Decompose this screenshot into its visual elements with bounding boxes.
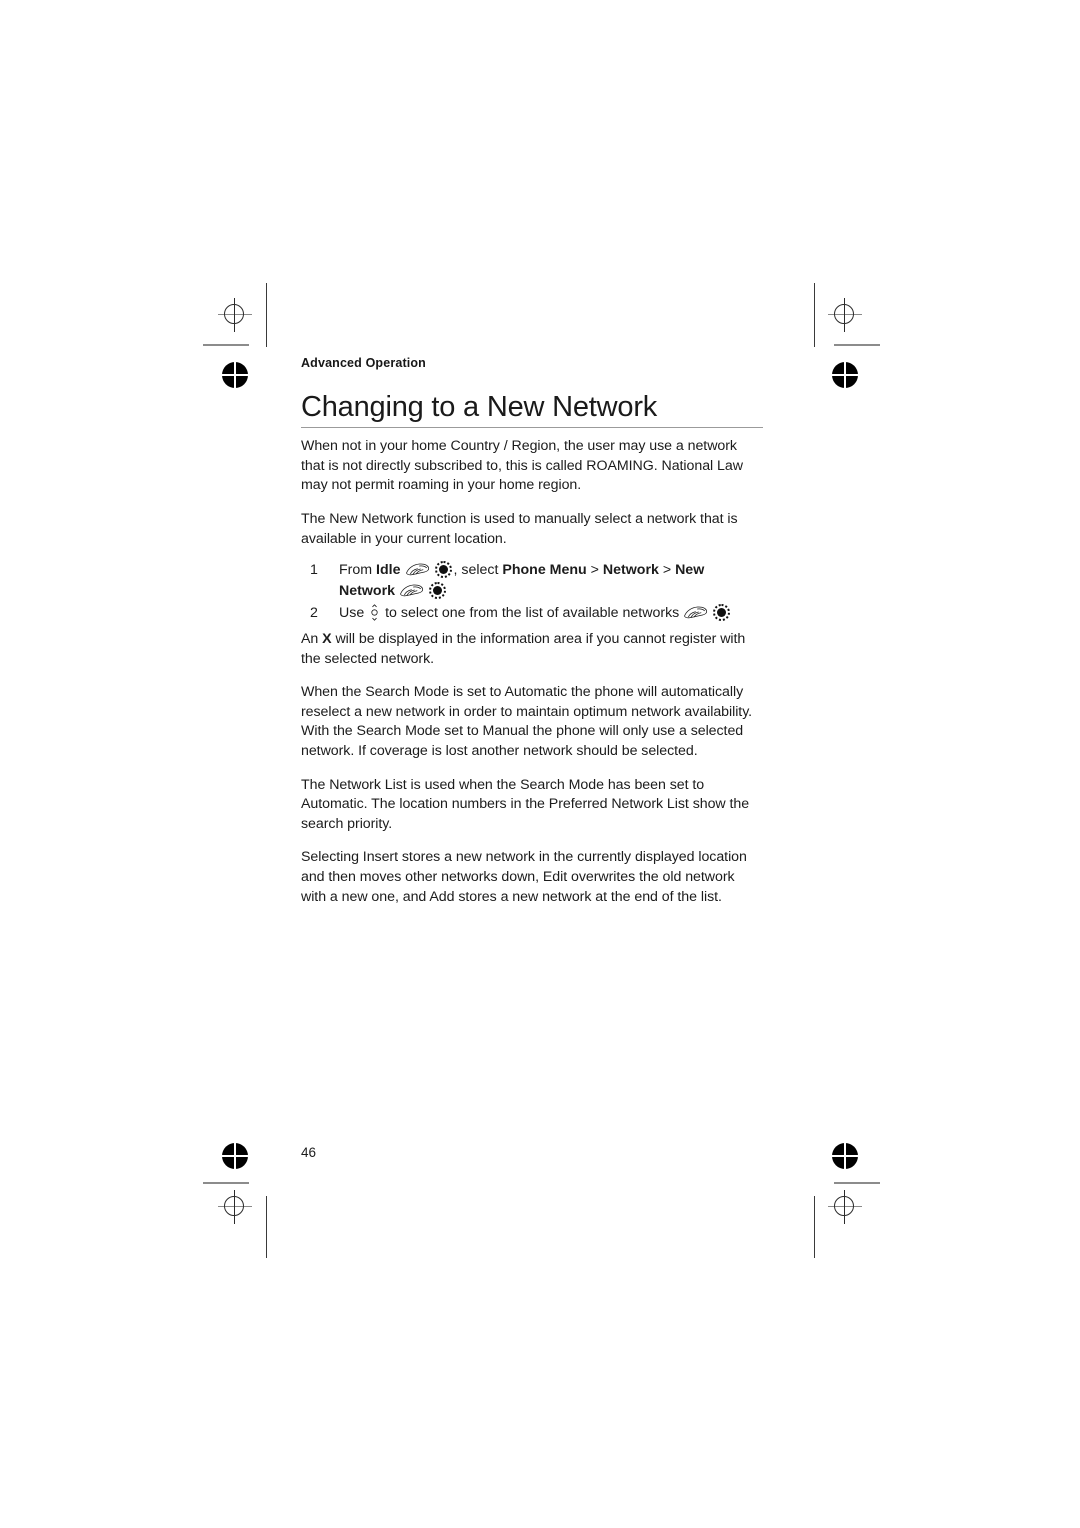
select-key-icon bbox=[434, 561, 452, 579]
paragraph-insert-edit-add: Selecting Insert stores a new network in… bbox=[301, 849, 747, 905]
up-down-navigation-key-icon bbox=[369, 604, 380, 621]
trim-mark-bottom-left-horizontal bbox=[203, 1182, 249, 1184]
step-bold-idle: Idle bbox=[376, 562, 401, 579]
registration-solid-top-left bbox=[222, 362, 248, 388]
step-mid-text: , select bbox=[453, 562, 503, 579]
registration-mark-bottom-left bbox=[218, 1190, 252, 1224]
registration-ring bbox=[834, 304, 854, 324]
registration-solid-bottom-right bbox=[832, 1143, 858, 1169]
pointing-hand-icon bbox=[398, 583, 424, 598]
step-bold-phone-menu: Phone Menu bbox=[502, 562, 587, 579]
step-separator-1: > bbox=[586, 562, 603, 579]
registration-cross-horizontal bbox=[832, 374, 858, 376]
select-key-icon bbox=[713, 604, 731, 622]
step-text: From Idle , select Phone Menu > Network >… bbox=[339, 560, 763, 602]
step-item: 1 From Idle , select Phone Menu > Network… bbox=[301, 560, 763, 602]
select-key-icon bbox=[428, 582, 446, 600]
select-key-dot bbox=[432, 586, 442, 596]
title-underline-rule bbox=[301, 426, 763, 429]
trim-mark-top-left-horizontal bbox=[203, 344, 249, 346]
step-number: 2 bbox=[310, 605, 318, 622]
trim-mark-top-left-vertical bbox=[266, 283, 268, 347]
text-column: Advanced Operation Changing to a New Net… bbox=[301, 356, 763, 921]
pointing-hand-icon bbox=[682, 605, 708, 620]
registration-mark-top-left bbox=[218, 298, 252, 332]
trim-mark-top-right-horizontal bbox=[834, 344, 880, 346]
registration-ring bbox=[224, 1196, 244, 1216]
step-lead-text: From bbox=[339, 562, 377, 579]
paragraph-registration-failure: An X will be displayed in the informatio… bbox=[301, 630, 763, 669]
trim-mark-bottom-right-vertical bbox=[814, 1196, 816, 1258]
paragraph-network-list: The Network List is used when the Search… bbox=[301, 776, 750, 832]
paragraph-new-network-function: The New Network function is used to manu… bbox=[301, 510, 738, 547]
paragraph-search-mode: When the Search Mode is set to Automatic… bbox=[301, 684, 753, 760]
running-head: Advanced Operation bbox=[301, 356, 426, 370]
trim-mark-bottom-left-vertical bbox=[266, 1196, 268, 1258]
registration-cross-horizontal bbox=[832, 1155, 858, 1157]
select-key-dot bbox=[438, 565, 448, 575]
step-item: 2 Use to select one from the list of ava… bbox=[301, 603, 763, 624]
registration-mark-bottom-right bbox=[828, 1190, 862, 1224]
registration-solid-top-right bbox=[832, 362, 858, 388]
trim-mark-top-right-vertical bbox=[814, 283, 816, 347]
page-title: Changing to a New Network bbox=[301, 391, 658, 423]
note-bold-x: X bbox=[322, 631, 332, 648]
note-trailing-text: will be displayed in the information are… bbox=[301, 631, 746, 667]
step-lead-text: Use bbox=[339, 605, 369, 622]
step-text: Use to select one from the list of avail… bbox=[339, 603, 763, 624]
trim-mark-bottom-right-horizontal bbox=[834, 1182, 880, 1184]
registration-mark-top-right bbox=[828, 298, 862, 332]
step-number: 1 bbox=[310, 562, 318, 579]
registration-ring bbox=[834, 1196, 854, 1216]
paragraph-roaming: When not in your home Country / Region, … bbox=[301, 438, 743, 494]
registration-cross-horizontal bbox=[222, 1155, 248, 1157]
note-lead-text: An bbox=[301, 631, 323, 648]
registration-ring bbox=[224, 304, 244, 324]
step-bold-network: Network bbox=[602, 562, 659, 579]
procedure-steps: 1 From Idle , select Phone Menu > Network… bbox=[301, 560, 763, 624]
step-mid-text: to select one from the list of available… bbox=[381, 605, 680, 622]
pointing-hand-icon bbox=[404, 562, 430, 577]
registration-cross-horizontal bbox=[222, 374, 248, 376]
registration-solid-bottom-left bbox=[222, 1143, 248, 1169]
document-page: Advanced Operation Changing to a New Net… bbox=[0, 0, 1080, 1528]
step-separator-2: > bbox=[658, 562, 676, 579]
page-number: 46 bbox=[301, 1145, 317, 1160]
